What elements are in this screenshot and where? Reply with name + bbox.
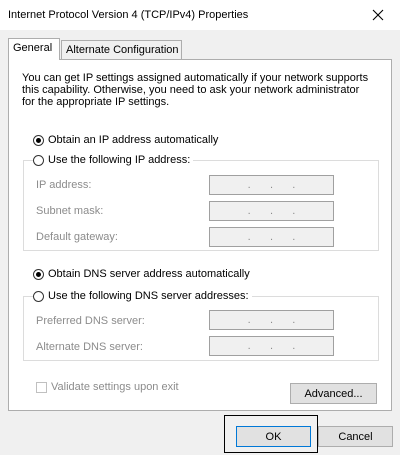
ok-button[interactable]: OK [236, 426, 311, 447]
validate-settings-checkbox[interactable]: Validate settings upon exit [36, 381, 179, 393]
ipv4-properties-dialog: Internet Protocol Version 4 (TCP/IPv4) P… [0, 0, 400, 455]
close-icon [372, 9, 384, 21]
obtain-dns-auto-radio[interactable]: Obtain DNS server address automatically [33, 268, 250, 280]
alternate-dns-field[interactable]: ... [209, 336, 334, 356]
obtain-ip-auto-radio[interactable]: Obtain an IP address automatically [33, 134, 218, 146]
radio-circle [33, 134, 44, 146]
subnet-mask-label: Subnet mask: [36, 205, 104, 217]
radio-circle [33, 290, 44, 302]
ip-address-label: IP address: [36, 179, 92, 191]
alternate-dns-label: Alternate DNS server: [36, 341, 143, 353]
use-following-dns-radio[interactable]: Use the following DNS server addresses: [33, 290, 252, 302]
subnet-mask-field[interactable]: ... [209, 201, 334, 221]
tab-alternate-configuration[interactable]: Alternate Configuration [61, 40, 182, 59]
checkbox-label: Validate settings upon exit [51, 381, 179, 393]
preferred-dns-label: Preferred DNS server: [36, 315, 145, 327]
default-gateway-label: Default gateway: [36, 231, 118, 243]
checkbox-box [36, 381, 47, 393]
advanced-button[interactable]: Advanced... [290, 383, 377, 404]
use-following-ip-radio[interactable]: Use the following IP address: [33, 154, 194, 166]
title-bar: Internet Protocol Version 4 (TCP/IPv4) P… [0, 0, 400, 30]
general-tab-panel: You can get IP settings assigned automat… [8, 59, 392, 411]
cancel-button[interactable]: Cancel [318, 426, 393, 447]
description-text: You can get IP settings assigned automat… [22, 72, 369, 108]
close-button[interactable] [356, 0, 400, 30]
ip-address-field[interactable]: ... [209, 175, 334, 195]
radio-label: Obtain DNS server address automatically [48, 268, 250, 280]
radio-circle [33, 154, 44, 166]
window-title: Internet Protocol Version 4 (TCP/IPv4) P… [8, 9, 249, 21]
default-gateway-field[interactable]: ... [209, 227, 334, 247]
radio-circle [33, 268, 44, 280]
tab-general[interactable]: General [8, 38, 60, 60]
preferred-dns-field[interactable]: ... [209, 310, 334, 330]
radio-label: Use the following IP address: [48, 154, 191, 166]
radio-label: Obtain an IP address automatically [48, 134, 219, 146]
radio-label: Use the following DNS server addresses: [48, 290, 249, 302]
